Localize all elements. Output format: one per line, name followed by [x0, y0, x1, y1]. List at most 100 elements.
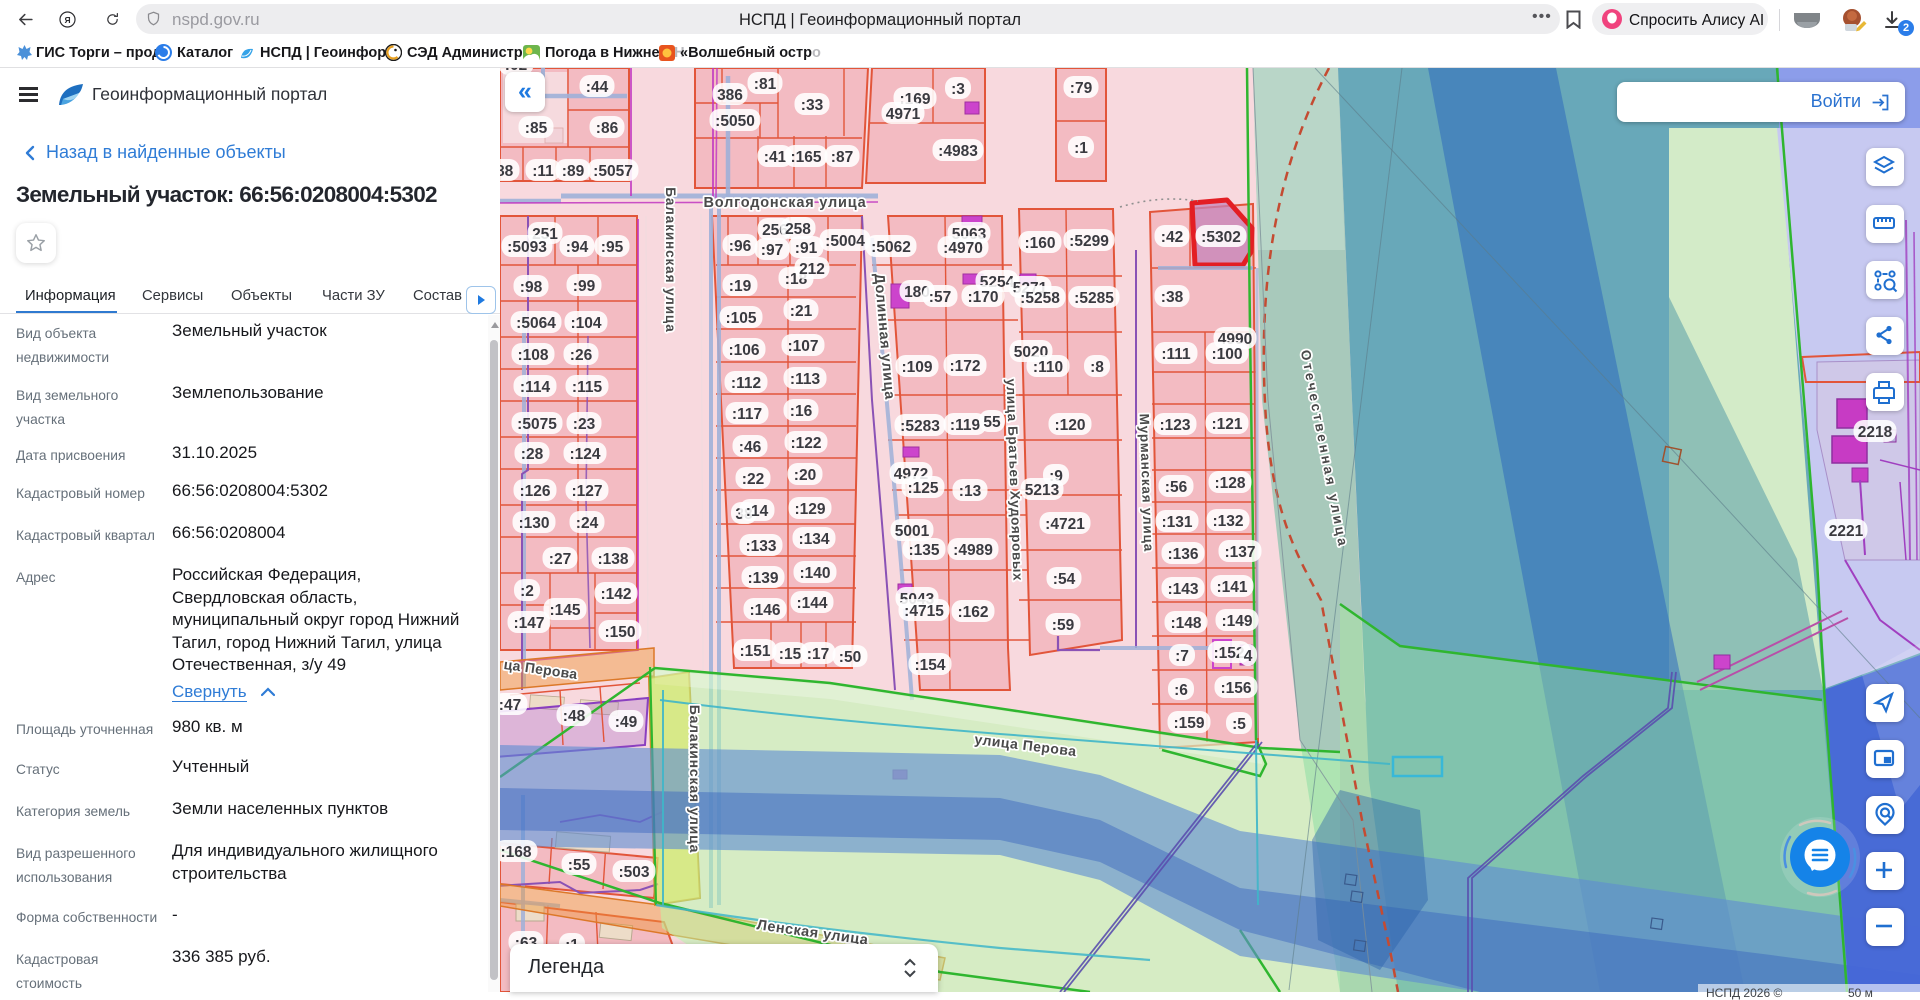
- svg-text::139: :139: [747, 570, 778, 587]
- svg-text::14: :14: [746, 503, 769, 520]
- svg-text::5050: :5050: [715, 113, 755, 130]
- svg-text::50: :50: [839, 649, 861, 666]
- svg-text:Волгодонская улица: Волгодонская улица: [704, 195, 867, 211]
- svg-text::113: :113: [790, 371, 821, 388]
- svg-text::91: :91: [795, 240, 818, 257]
- svg-text::11: :11: [532, 163, 554, 180]
- svg-text::133: :133: [745, 538, 776, 555]
- svg-text::127: :127: [571, 483, 602, 500]
- svg-text::89: :89: [562, 163, 585, 180]
- svg-text::132: :132: [1212, 513, 1243, 530]
- svg-text::140: :140: [799, 565, 830, 582]
- svg-text::95: :95: [601, 239, 624, 256]
- svg-text::27: :27: [549, 551, 571, 568]
- svg-text::154: :154: [914, 657, 945, 674]
- svg-text::79: :79: [1070, 80, 1093, 97]
- svg-text::151: :151: [739, 643, 770, 660]
- svg-text::5: :5: [1232, 716, 1246, 733]
- svg-text::54: :54: [1053, 571, 1076, 588]
- svg-text::172: :172: [949, 358, 980, 375]
- svg-text::170: :170: [967, 289, 998, 306]
- svg-text::149: :149: [1221, 613, 1252, 630]
- svg-text::162: :162: [957, 604, 988, 621]
- svg-text::117: :117: [732, 406, 762, 423]
- svg-text:2221: 2221: [1829, 523, 1864, 540]
- svg-text::87: :87: [831, 149, 853, 166]
- svg-text:4: 4: [1244, 648, 1253, 665]
- svg-text::38: :38: [1161, 289, 1184, 306]
- svg-text:386: 386: [717, 87, 743, 104]
- svg-text::121: :121: [1211, 416, 1242, 433]
- svg-text::5057: :5057: [593, 163, 633, 180]
- svg-text::5285: :5285: [1074, 290, 1114, 307]
- svg-text::124: :124: [569, 446, 600, 463]
- svg-text::105: :105: [725, 310, 756, 327]
- svg-text::108: :108: [517, 347, 548, 364]
- svg-text::24: :24: [576, 515, 599, 532]
- svg-text::160: :160: [1024, 235, 1055, 252]
- svg-text::2: :2: [520, 583, 534, 600]
- svg-text::135: :135: [908, 542, 939, 559]
- svg-text:Балакинская улица: Балакинская улица: [663, 187, 678, 332]
- svg-text::147: :147: [513, 615, 544, 632]
- svg-text::16: :16: [790, 403, 813, 420]
- svg-text:55: 55: [983, 414, 1001, 431]
- svg-text::4721: :4721: [1045, 516, 1085, 533]
- svg-text::131: :131: [1161, 514, 1192, 531]
- svg-text::128: :128: [1214, 475, 1245, 492]
- svg-text::146: :146: [749, 602, 780, 619]
- svg-text::33: :33: [801, 97, 824, 114]
- svg-text::3: :3: [951, 81, 965, 98]
- svg-text::15: :15: [779, 646, 802, 663]
- svg-text::134: :134: [798, 531, 829, 548]
- svg-text::19: :19: [729, 278, 752, 295]
- svg-text::112: :112: [731, 375, 761, 392]
- svg-text::141: :141: [1216, 579, 1247, 596]
- svg-text::99: :99: [573, 278, 596, 295]
- svg-text::81: :81: [754, 76, 777, 93]
- svg-text::136: :136: [1167, 546, 1198, 563]
- svg-text::4989: :4989: [953, 542, 993, 559]
- svg-text::96: :96: [729, 238, 752, 255]
- svg-text::41: :41: [764, 149, 787, 166]
- svg-text::6: :6: [1174, 682, 1188, 699]
- svg-text::22: :22: [742, 471, 764, 488]
- svg-text::26: :26: [570, 347, 593, 364]
- svg-text::4970: :4970: [943, 240, 983, 257]
- svg-text::5258: :5258: [1020, 290, 1060, 307]
- svg-text::98: :98: [520, 279, 543, 296]
- svg-text::5075: :5075: [517, 416, 557, 433]
- svg-text:5001: 5001: [895, 523, 930, 540]
- svg-text::159: :159: [1173, 715, 1204, 732]
- svg-text:212: 212: [799, 261, 825, 278]
- svg-text::150: :150: [604, 624, 635, 641]
- svg-text::104: :104: [570, 315, 601, 332]
- svg-text::168: :168: [500, 844, 531, 861]
- svg-text::138: :138: [597, 551, 628, 568]
- svg-text::97: :97: [761, 242, 783, 259]
- svg-text::5093: :5093: [507, 239, 547, 256]
- svg-text::21: :21: [790, 303, 813, 320]
- svg-text::23: :23: [573, 416, 596, 433]
- svg-text::123: :123: [1159, 417, 1190, 434]
- svg-text::5299: :5299: [1069, 233, 1109, 250]
- svg-text::110: :110: [1033, 359, 1063, 376]
- svg-text::115: :115: [572, 379, 603, 396]
- svg-text::129: :129: [794, 501, 825, 518]
- svg-text::122: :122: [790, 435, 821, 452]
- svg-text::20: :20: [794, 467, 816, 484]
- svg-text::119: :119: [950, 417, 981, 434]
- svg-text::106: :106: [728, 342, 759, 359]
- svg-text::148: :148: [1170, 615, 1201, 632]
- svg-text::46: :46: [739, 439, 762, 456]
- svg-text::44: :44: [586, 79, 609, 96]
- svg-text::126: :126: [519, 483, 550, 500]
- svg-text::120: :120: [1054, 417, 1085, 434]
- svg-text::94: :94: [566, 239, 589, 256]
- svg-text::47: :47: [499, 697, 521, 714]
- svg-text::156: :156: [1220, 680, 1251, 697]
- svg-text::7: :7: [1175, 648, 1189, 665]
- svg-text:2218: 2218: [1858, 424, 1893, 441]
- svg-text::137: :137: [1224, 544, 1255, 561]
- svg-text::55: :55: [568, 857, 591, 874]
